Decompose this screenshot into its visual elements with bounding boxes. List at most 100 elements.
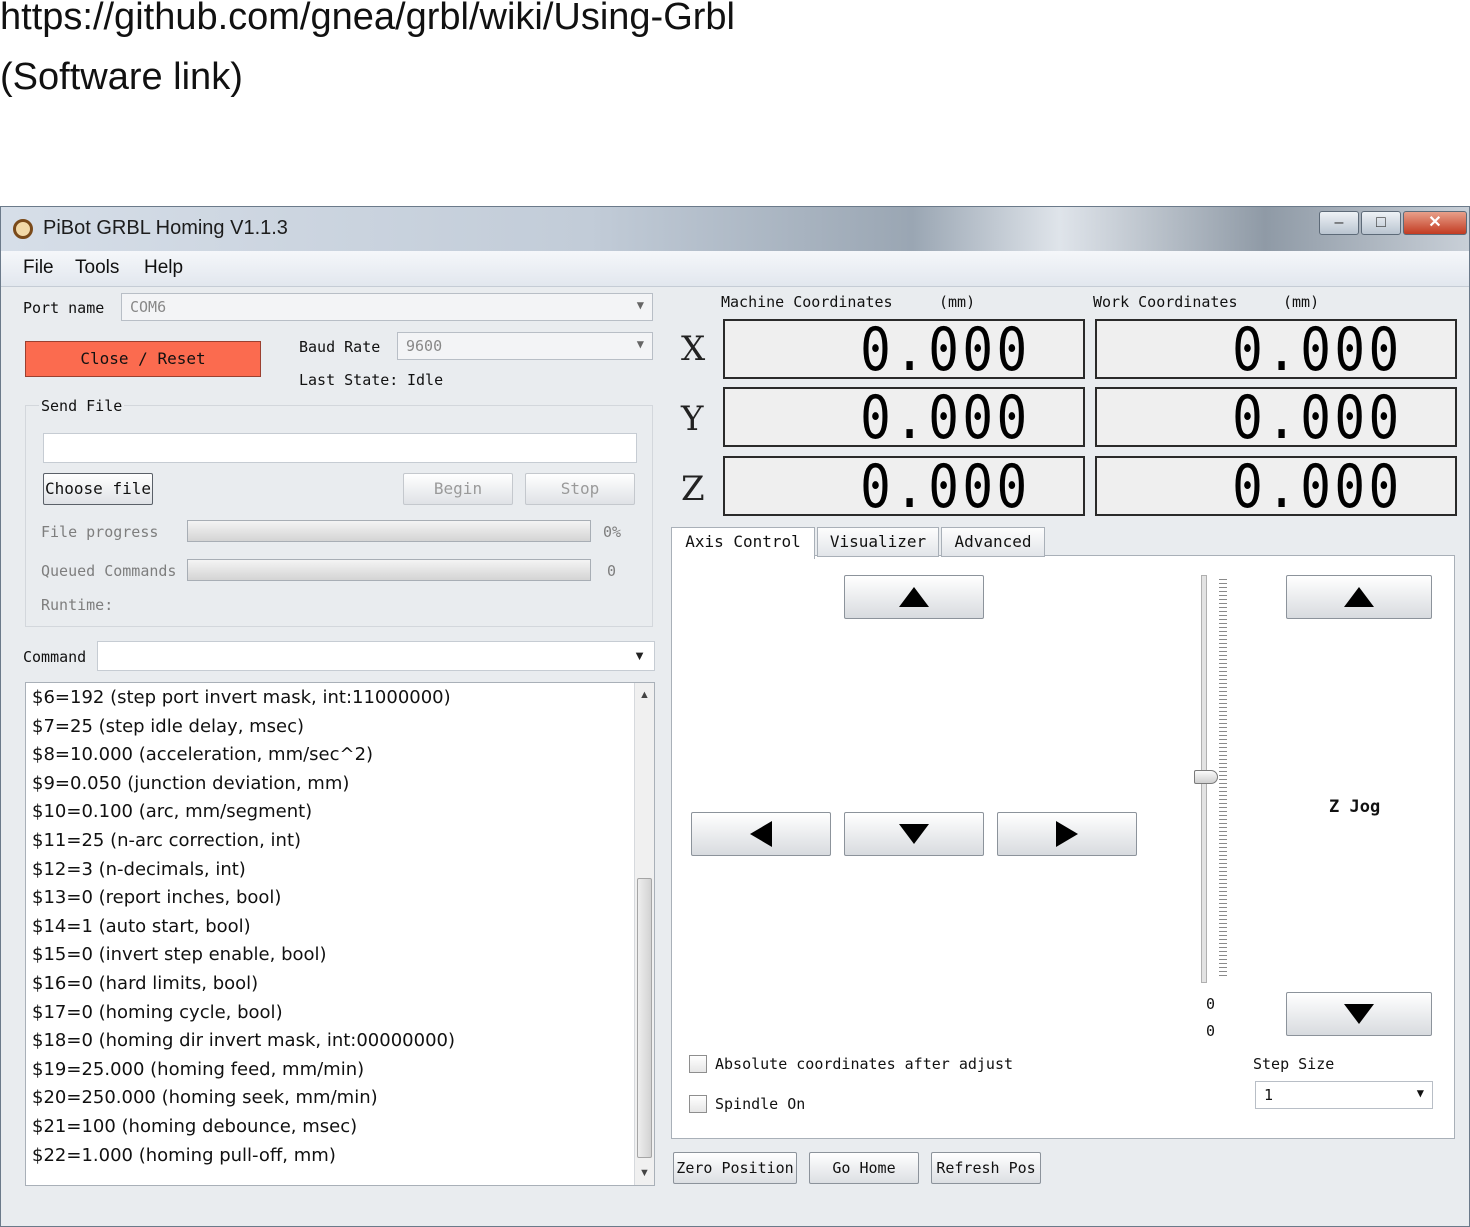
- slider-value-top: 0: [1206, 995, 1216, 1013]
- caption-software-link: (Software link): [0, 56, 243, 98]
- zero-position-button[interactable]: Zero Position: [673, 1152, 797, 1184]
- refresh-pos-button[interactable]: Refresh Pos: [931, 1152, 1041, 1184]
- arrow-up-icon: [899, 587, 929, 607]
- log-line: $20=250.000 (homing seek, mm/min): [32, 1087, 378, 1109]
- axis-y-label: Y: [681, 399, 704, 439]
- work-y-value: 0.000: [1232, 383, 1403, 453]
- minimize-button[interactable]: –: [1319, 211, 1359, 235]
- log-line: $10=0.100 (arc, mm/segment): [32, 801, 313, 823]
- menu-bar: File Tools Help: [1, 251, 1469, 287]
- window-title: PiBot GRBL Homing V1.1.3: [43, 217, 288, 239]
- machine-z-value: 0.000: [860, 452, 1031, 522]
- tab-advanced[interactable]: Advanced: [941, 527, 1045, 557]
- jog-z-minus-button[interactable]: [1286, 992, 1432, 1036]
- scroll-down-icon[interactable]: ▼: [639, 1167, 650, 1179]
- command-input[interactable]: ▼: [97, 641, 655, 671]
- command-label: Command: [23, 648, 87, 666]
- work-coordinates-label: Work Coordinates: [1093, 293, 1238, 311]
- arrow-right-icon: [1056, 821, 1078, 847]
- tab-axis-control[interactable]: Axis Control: [671, 527, 815, 559]
- spindle-on-label: Spindle On: [715, 1095, 806, 1113]
- axis-z-label: Z: [681, 469, 705, 509]
- log-line: $8=10.000 (acceleration, mm/sec^2): [32, 744, 374, 766]
- jog-x-minus-button[interactable]: [691, 812, 831, 856]
- log-line: $22=1.000 (homing pull-off, mm): [32, 1144, 336, 1166]
- log-line: $12=3 (n-decimals, int): [32, 858, 246, 880]
- close-window-button[interactable]: ✕: [1403, 211, 1467, 235]
- machine-y-display: 0.000: [723, 383, 1085, 453]
- log-line: $16=0 (hard limits, bool): [32, 973, 259, 994]
- scroll-up-icon[interactable]: ▲: [639, 689, 650, 701]
- spindle-on-checkbox[interactable]: [689, 1095, 707, 1113]
- baud-rate-label: Baud Rate: [299, 338, 381, 356]
- log-line: $7=25 (step idle delay, msec): [32, 715, 305, 737]
- jog-y-minus-button[interactable]: [844, 812, 984, 856]
- last-state-label: Last State:: [299, 371, 399, 389]
- begin-button[interactable]: Begin: [403, 473, 513, 505]
- jog-y-plus-button[interactable]: [844, 575, 984, 619]
- log-line: $21=100 (homing debounce, msec): [32, 1116, 358, 1137]
- close-reset-button[interactable]: Close / Reset: [25, 341, 261, 377]
- file-progress-value: 0%: [603, 523, 622, 541]
- port-name-value: COM6: [130, 298, 167, 316]
- app-window: PiBot GRBL Homing V1.1.3 – □ ✕ File Tool…: [0, 206, 1470, 1227]
- stop-button[interactable]: Stop: [525, 473, 635, 505]
- queued-commands-label: Queued Commands: [41, 562, 177, 580]
- port-name-label: Port name: [23, 299, 105, 317]
- machine-unit-label: (mm): [939, 293, 976, 311]
- machine-y-value: 0.000: [860, 383, 1031, 453]
- jog-x-plus-button[interactable]: [997, 812, 1137, 856]
- z-jog-label: Z Jog: [1329, 797, 1381, 817]
- log-line: $17=0 (homing cycle, bool): [32, 1001, 283, 1023]
- baud-rate-select[interactable]: 9600 ▼: [397, 332, 653, 360]
- file-progress-label: File progress: [41, 523, 159, 541]
- go-home-button[interactable]: Go Home: [809, 1152, 919, 1184]
- machine-z-display: 0.000: [723, 452, 1085, 522]
- file-path-input[interactable]: [43, 433, 637, 463]
- queued-commands-value: 0: [607, 562, 617, 580]
- step-size-value: 1: [1264, 1086, 1274, 1104]
- step-size-select[interactable]: 1 ▼: [1255, 1081, 1433, 1109]
- absolute-coordinates-checkbox[interactable]: [689, 1055, 707, 1073]
- chevron-down-icon: ▼: [633, 648, 646, 663]
- maximize-button[interactable]: □: [1361, 211, 1401, 235]
- scrollbar-thumb[interactable]: [637, 878, 652, 1158]
- runtime-label: Runtime:: [41, 596, 114, 614]
- work-z-value: 0.000: [1232, 452, 1403, 522]
- log-line: $6=192 (step port invert mask, int:11000…: [32, 687, 451, 708]
- choose-file-button[interactable]: Choose file: [43, 473, 153, 505]
- chevron-down-icon: ▼: [636, 337, 644, 351]
- tab-visualizer[interactable]: Visualizer: [817, 527, 939, 557]
- work-x-display: 0.000: [1095, 315, 1457, 385]
- menu-help[interactable]: Help: [144, 257, 183, 279]
- machine-x-value: 0.000: [860, 315, 1031, 385]
- last-state-value: Idle: [407, 371, 444, 389]
- step-size-label: Step Size: [1253, 1055, 1335, 1073]
- title-bar[interactable]: PiBot GRBL Homing V1.1.3 – □ ✕: [1, 207, 1469, 251]
- arrow-down-icon: [899, 824, 929, 844]
- log-line: $9=0.050 (junction deviation, mm): [32, 772, 350, 794]
- menu-file[interactable]: File: [23, 257, 54, 279]
- menu-tools[interactable]: Tools: [75, 257, 119, 279]
- work-y-display: 0.000: [1095, 383, 1457, 453]
- slider-value-bottom: 0: [1206, 1022, 1216, 1040]
- log-line: $19=25.000 (homing feed, mm/min): [32, 1058, 365, 1080]
- log-line: $14=1 (auto start, bool): [32, 915, 251, 937]
- send-file-label: Send File: [39, 397, 125, 415]
- chevron-down-icon: ▼: [1416, 1086, 1424, 1100]
- arrow-up-icon: [1344, 587, 1374, 607]
- jog-z-plus-button[interactable]: [1286, 575, 1432, 619]
- log-line: $11=25 (n-arc correction, int): [32, 830, 302, 851]
- chevron-down-icon: ▼: [636, 298, 644, 312]
- work-x-value: 0.000: [1232, 315, 1403, 385]
- console-log[interactable]: $6=192 (step port invert mask, int:11000…: [25, 682, 655, 1186]
- arrow-left-icon: [750, 821, 772, 847]
- port-name-select[interactable]: COM6 ▼: [121, 293, 653, 321]
- axis-x-label: X: [681, 329, 706, 369]
- machine-x-display: 0.000: [723, 315, 1085, 385]
- absolute-coordinates-label: Absolute coordinates after adjust: [715, 1055, 1014, 1073]
- work-unit-label: (mm): [1283, 293, 1320, 311]
- work-z-display: 0.000: [1095, 452, 1457, 522]
- log-scrollbar[interactable]: ▲ ▼: [634, 683, 654, 1185]
- feed-slider-thumb[interactable]: [1194, 770, 1218, 784]
